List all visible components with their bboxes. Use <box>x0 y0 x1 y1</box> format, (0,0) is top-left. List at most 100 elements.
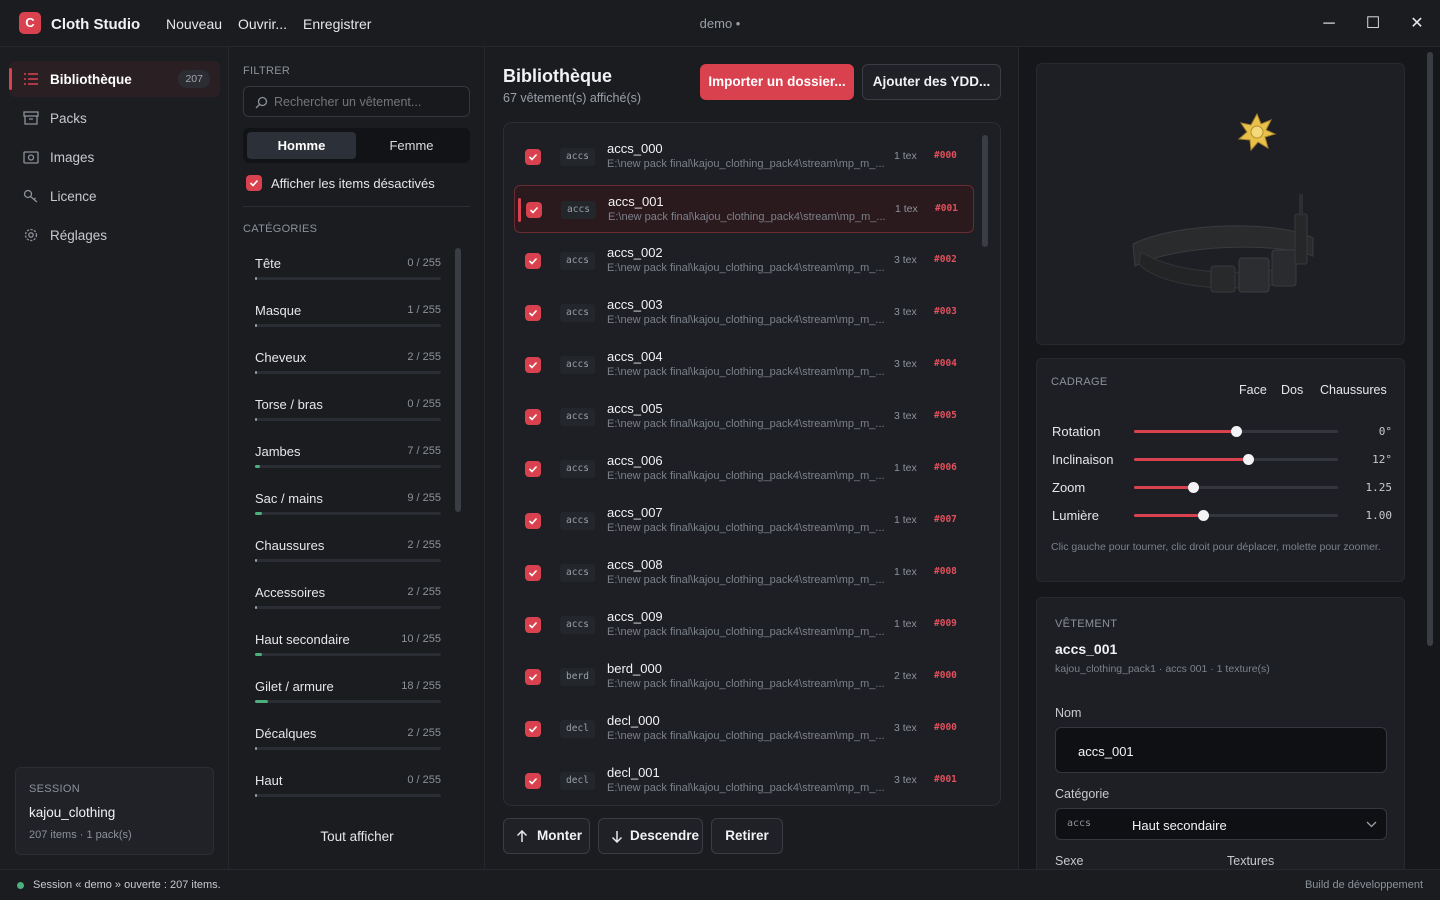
category-item[interactable]: Chaussures 2 / 255 <box>255 529 441 576</box>
slider-track[interactable] <box>1134 454 1338 465</box>
search-input[interactable] <box>274 93 464 111</box>
category-item[interactable]: Torse / bras 0 / 255 <box>255 388 441 435</box>
row-checkbox[interactable] <box>525 773 541 789</box>
slider-knob[interactable] <box>1231 426 1242 437</box>
view-back-button[interactable]: Dos <box>1281 383 1303 397</box>
row-checkbox[interactable] <box>525 513 541 529</box>
row-checkbox[interactable] <box>525 409 541 425</box>
slider-zoom[interactable]: Zoom 1.25 <box>1052 477 1392 497</box>
slider-value: 0° <box>1378 425 1392 438</box>
slider-lumière[interactable]: Lumière 1.00 <box>1052 505 1392 525</box>
show-disabled-label: Afficher les items désactivés <box>271 176 435 191</box>
slider-track[interactable] <box>1134 482 1338 493</box>
garment-heading: VÊTEMENT <box>1055 618 1118 630</box>
move-up-label: Monter <box>537 828 582 843</box>
name-field[interactable]: accs_001 <box>1055 727 1387 773</box>
clothing-row[interactable]: accs accs_001 E:\new pack final\kajou_clot… <box>514 185 974 233</box>
clothing-row[interactable]: decl decl_000 E:\new pack final\kajou_clot… <box>514 705 974 753</box>
category-item[interactable]: Gilet / armure 18 / 255 <box>255 670 441 717</box>
clothing-row[interactable]: accs accs_008 E:\new pack final\kajou_clot… <box>514 549 974 597</box>
category-item[interactable]: Haut 0 / 255 <box>255 764 441 811</box>
category-count: 10 / 255 <box>401 633 441 645</box>
row-checkbox[interactable] <box>525 357 541 373</box>
row-id: #009 <box>934 618 957 629</box>
category-item[interactable]: Haut secondaire 10 / 255 <box>255 623 441 670</box>
slider-value: 1.00 <box>1365 509 1393 522</box>
show-disabled-checkbox[interactable] <box>246 175 262 191</box>
row-checkbox[interactable] <box>525 461 541 477</box>
category-scrollbar[interactable] <box>455 248 461 512</box>
clothing-row[interactable]: accs accs_002 E:\new pack final\kajou_clot… <box>514 237 974 285</box>
category-item[interactable]: Tête 0 / 255 <box>255 247 441 294</box>
minimize-button[interactable]: ─ <box>1317 12 1341 36</box>
slider-knob[interactable] <box>1243 454 1255 465</box>
move-up-button[interactable]: Monter <box>503 818 590 854</box>
details-scrollbar[interactable] <box>1427 52 1433 646</box>
chevron-down-icon <box>1366 821 1377 828</box>
clothing-row[interactable]: accs accs_003 E:\new pack final\kajou_clot… <box>514 289 974 337</box>
clothing-row[interactable]: accs accs_000 E:\new pack final\kajou_clot… <box>514 133 974 181</box>
clothing-row[interactable]: accs accs_005 E:\new pack final\kajou_clot… <box>514 393 974 441</box>
slider-knob[interactable] <box>1188 482 1200 493</box>
row-checkbox[interactable] <box>525 149 541 165</box>
add-ydd-button[interactable]: Ajouter des YDD... <box>862 64 1001 100</box>
clothing-row[interactable]: accs accs_009 E:\new pack final\kajou_clot… <box>514 601 974 649</box>
filter-heading: FILTRER <box>243 65 291 77</box>
clothing-row[interactable]: accs accs_006 E:\new pack final\kajou_clot… <box>514 445 974 493</box>
sidebar-item-packs[interactable]: Packs <box>9 100 220 136</box>
slider-inclinaison[interactable]: Inclinaison 12° <box>1052 449 1392 469</box>
slider-track[interactable] <box>1134 426 1338 437</box>
row-checkbox[interactable] <box>525 669 541 685</box>
category-item[interactable]: Décalques 2 / 255 <box>255 717 441 764</box>
view-shoes-button[interactable]: Chaussures <box>1320 383 1387 397</box>
garment-card: VÊTEMENT accs_001 kajou_clothing_pack1 ·… <box>1036 597 1405 877</box>
category-item[interactable]: Accessoires 2 / 255 <box>255 576 441 623</box>
category-item[interactable]: Masque 1 / 255 <box>255 294 441 341</box>
search-box[interactable] <box>243 86 470 117</box>
row-name: accs_004 <box>607 349 663 364</box>
row-texture-count: 1 tex <box>894 462 917 474</box>
clothing-row[interactable]: accs accs_007 E:\new pack final\kajou_clot… <box>514 497 974 545</box>
category-item[interactable]: Sac / mains 9 / 255 <box>255 482 441 529</box>
row-checkbox[interactable] <box>525 305 541 321</box>
category-item[interactable]: Cheveux 2 / 255 <box>255 341 441 388</box>
slider-track[interactable] <box>1134 510 1338 521</box>
list-scrollbar[interactable] <box>982 135 988 247</box>
sidebar-item-license[interactable]: Licence <box>9 178 220 214</box>
row-id: #003 <box>934 306 957 317</box>
slider-knob[interactable] <box>1198 510 1210 521</box>
clothing-row[interactable]: decl decl_001 E:\new pack final\kajou_clot… <box>514 757 974 805</box>
row-id: #004 <box>934 358 957 369</box>
model-preview[interactable] <box>1036 63 1405 345</box>
close-button[interactable]: ✕ <box>1405 12 1429 36</box>
clothing-row[interactable]: accs accs_004 E:\new pack final\kajou_clot… <box>514 341 974 389</box>
slider-fill <box>1134 430 1236 433</box>
row-checkbox[interactable] <box>526 202 542 218</box>
row-checkbox[interactable] <box>525 721 541 737</box>
sidebar-item-images[interactable]: Images <box>9 139 220 175</box>
session-card: SESSION kajou_clothing 207 items · 1 pac… <box>15 767 214 855</box>
row-name: accs_003 <box>607 297 663 312</box>
category-item[interactable]: Jambes 7 / 255 <box>255 435 441 482</box>
gender-female-button[interactable]: Femme <box>357 132 466 159</box>
checkmark-icon <box>528 673 538 681</box>
gender-male-button[interactable]: Homme <box>247 132 356 159</box>
show-all-button[interactable]: Tout afficher <box>229 829 485 844</box>
category-progress-fill <box>255 465 261 468</box>
clothing-row[interactable]: berd berd_000 E:\new pack final\kajou_clot… <box>514 653 974 701</box>
slider-rotation[interactable]: Rotation 0° <box>1052 421 1392 441</box>
maximize-button[interactable]: ☐ <box>1361 12 1385 36</box>
category-select[interactable]: accs Haut secondaire <box>1055 808 1387 840</box>
row-checkbox[interactable] <box>525 253 541 269</box>
move-down-button[interactable]: Descendre <box>598 818 703 854</box>
row-id: #000 <box>934 150 957 161</box>
row-id: #005 <box>934 410 957 421</box>
sidebar-item-library[interactable]: Bibliothèque 207 <box>9 61 220 97</box>
row-checkbox[interactable] <box>525 617 541 633</box>
view-front-button[interactable]: Face <box>1239 383 1267 397</box>
sidebar-item-settings[interactable]: Réglages <box>9 217 220 253</box>
category-name: Jambes <box>255 444 301 459</box>
import-folder-button[interactable]: Importer un dossier... <box>700 64 854 100</box>
remove-button[interactable]: Retirer <box>711 818 783 854</box>
row-checkbox[interactable] <box>525 565 541 581</box>
